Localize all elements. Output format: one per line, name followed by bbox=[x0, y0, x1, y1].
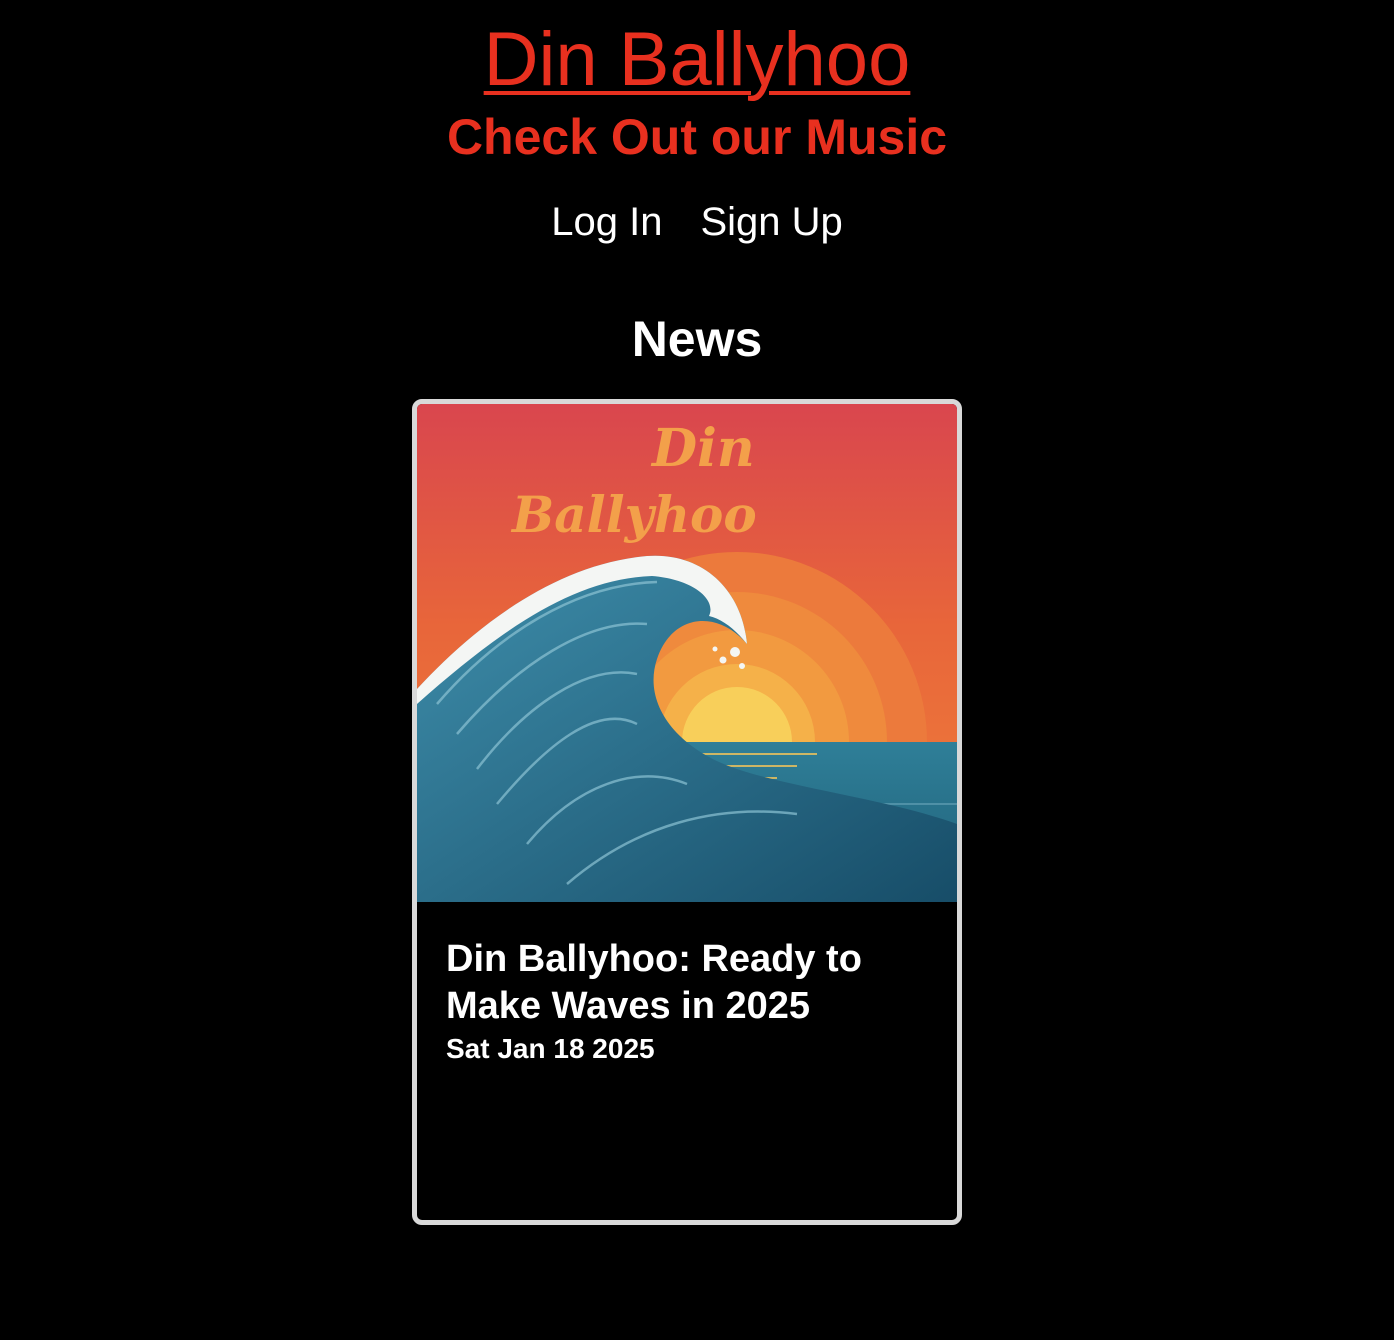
news-card-date: Sat Jan 18 2025 bbox=[446, 1033, 655, 1064]
news-card-image: Din Ballyhoo bbox=[417, 404, 957, 902]
news-card-body: Din Ballyhoo: Ready to Make Waves in 202… bbox=[417, 902, 957, 1066]
tagline: Check Out our Music bbox=[446, 109, 948, 165]
news-card[interactable]: Din Ballyhoo Din Ballyhoo: Ready to Make… bbox=[412, 399, 962, 1225]
site-title-link[interactable]: Din Ballyhoo bbox=[484, 17, 911, 102]
site-title: Din Ballyhoo bbox=[0, 14, 1394, 106]
image-logo-line1: Din bbox=[650, 418, 755, 479]
auth-nav: Log In Sign Up bbox=[0, 196, 1394, 248]
image-logo-line2: Ballyhoo bbox=[510, 485, 757, 544]
news-card-title: Din Ballyhoo: Ready to Make Waves in 202… bbox=[446, 938, 862, 1027]
login-link[interactable]: Log In bbox=[551, 200, 662, 244]
news-heading: News bbox=[631, 311, 763, 367]
signup-link[interactable]: Sign Up bbox=[700, 200, 842, 244]
